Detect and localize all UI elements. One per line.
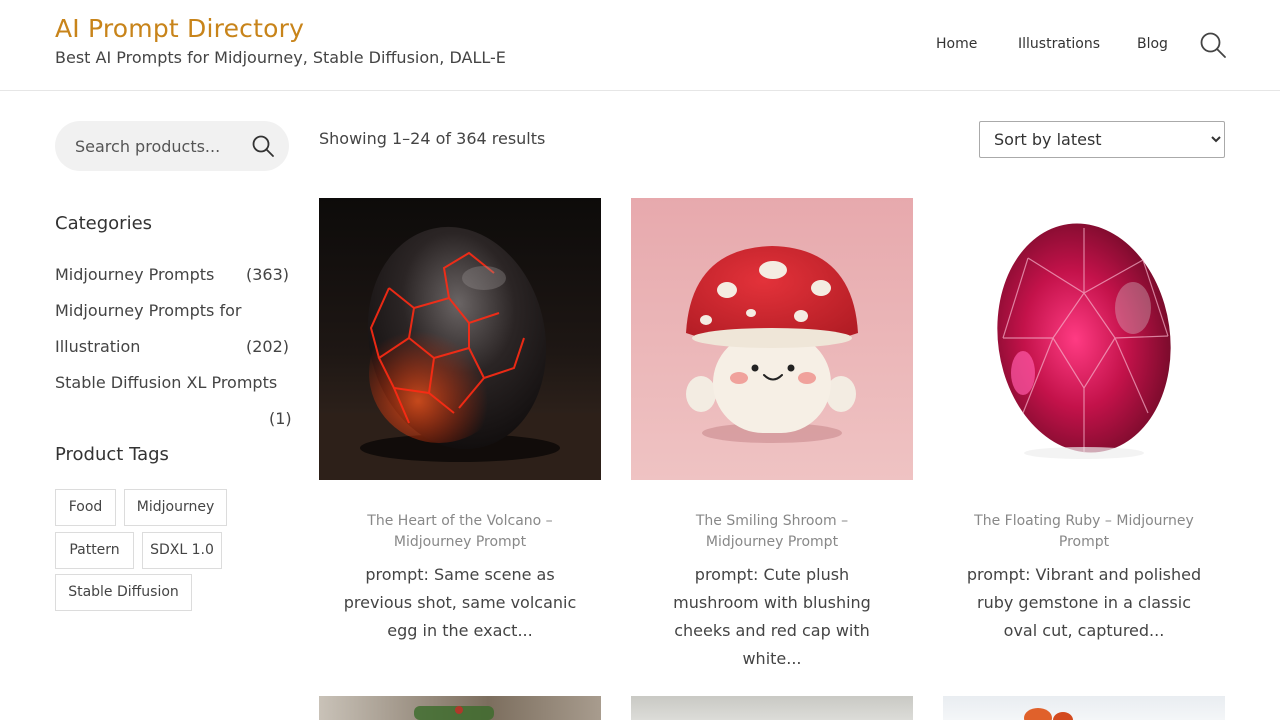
product-image-plush-mushroom[interactable]	[631, 198, 913, 480]
category-midjourney-prompts[interactable]: Midjourney Prompts	[55, 265, 214, 284]
product-card: The Heart of the Volcano – Midjourney Pr…	[319, 198, 601, 645]
plush-mushroom-image	[631, 198, 913, 480]
sort-select[interactable]: Sort by latest	[979, 121, 1225, 158]
site-title[interactable]: AI Prompt Directory	[55, 14, 304, 43]
product-description: prompt: Cute plush mushroom with blushin…	[673, 565, 871, 668]
tag-sdxl[interactable]: SDXL 1.0	[142, 532, 222, 569]
product-card: The Floating Ruby – Midjourney Prompt pr…	[943, 198, 1225, 645]
search-icon	[252, 135, 274, 157]
product-image-partial-art	[414, 706, 494, 720]
product-description: prompt: Vibrant and polished ruby gemsto…	[966, 565, 1202, 640]
category-count: (202)	[246, 337, 290, 356]
site-tagline: Best AI Prompts for Midjourney, Stable D…	[55, 48, 506, 67]
search-icon	[1200, 32, 1226, 58]
category-illustration-line2[interactable]: Illustration	[55, 337, 140, 356]
tag-pattern[interactable]: Pattern	[55, 532, 134, 569]
category-count: (1)	[269, 409, 292, 428]
product-search-input[interactable]	[75, 135, 245, 157]
category-illustration-line1[interactable]: Midjourney Prompts for	[55, 301, 241, 320]
product-tags-title: Product Tags	[55, 444, 169, 465]
product-image-partial[interactable]	[943, 696, 1225, 720]
category-sdxl-prompts[interactable]: Stable Diffusion XL Prompts	[55, 373, 277, 392]
product-description: prompt: Same scene as previous shot, sam…	[343, 565, 577, 640]
product-search-box	[55, 121, 289, 171]
result-count: Showing 1–24 of 364 results	[319, 129, 546, 148]
product-image-partial-art	[1024, 708, 1073, 720]
ruby-gemstone-image	[943, 198, 1225, 480]
product-image-volcanic-egg[interactable]	[319, 198, 601, 480]
product-title[interactable]: The Smiling Shroom – Midjourney Prompt	[631, 511, 913, 553]
product-image-partial[interactable]	[631, 696, 913, 720]
product-image-ruby-gemstone[interactable]	[943, 198, 1225, 480]
tag-stable-diffusion[interactable]: Stable Diffusion	[55, 574, 192, 611]
header-search-button[interactable]	[1199, 31, 1227, 59]
tag-food[interactable]: Food	[55, 489, 116, 526]
nav-blog[interactable]: Blog	[1137, 36, 1168, 52]
nav-home[interactable]: Home	[936, 36, 977, 52]
product-card: The Smiling Shroom – Midjourney Prompt p…	[631, 198, 913, 673]
category-count: (363)	[246, 265, 290, 284]
categories-title: Categories	[55, 213, 153, 234]
product-image-partial[interactable]	[319, 696, 601, 720]
product-search-submit[interactable]	[251, 134, 275, 158]
product-title[interactable]: The Heart of the Volcano – Midjourney Pr…	[319, 511, 601, 553]
product-title[interactable]: The Floating Ruby – Midjourney Prompt	[943, 511, 1225, 553]
nav-illustrations[interactable]: Illustrations	[1018, 36, 1100, 52]
tag-midjourney[interactable]: Midjourney	[124, 489, 227, 526]
site-header: AI Prompt Directory Best AI Prompts for …	[0, 0, 1280, 91]
volcanic-egg-image	[319, 198, 601, 480]
